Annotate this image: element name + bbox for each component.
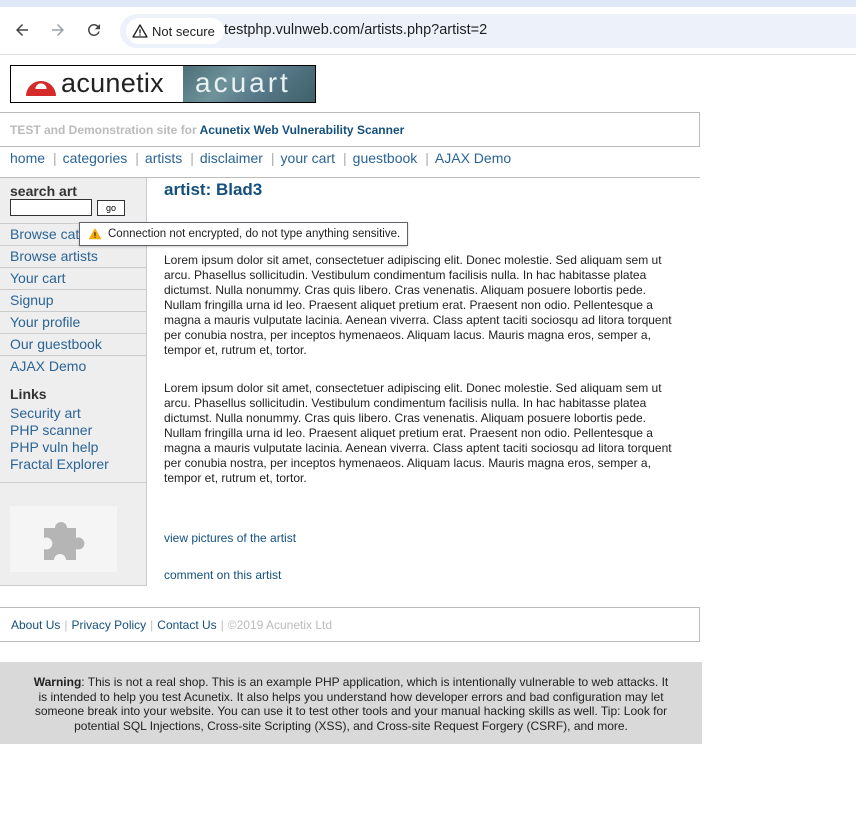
warning-triangle-icon bbox=[132, 24, 148, 38]
acuart-logo: acuart bbox=[183, 66, 315, 102]
security-label: Not secure bbox=[152, 23, 215, 39]
search-go-button[interactable]: go bbox=[97, 200, 125, 216]
warning-body: : This is not a real shop. This is an ex… bbox=[34, 675, 669, 733]
link-fractal-explorer[interactable]: Fractal Explorer bbox=[10, 456, 109, 473]
security-tooltip: Connection not encrypted, do not type an… bbox=[79, 222, 409, 246]
site-security-chip[interactable]: Not secure bbox=[126, 18, 224, 44]
page-title: artist: Blad3 bbox=[164, 180, 263, 199]
acunetix-wordmark: acunetix bbox=[61, 68, 164, 98]
footer-privacy-policy[interactable]: Privacy Policy bbox=[71, 618, 146, 632]
sidebar-item-signup[interactable]: Signup bbox=[0, 290, 146, 312]
footer-links: About Us | Privacy Policy | Contact Us | ©2019… bbox=[11, 618, 332, 632]
browser-toolbar: Not secure testphp.vulnweb.com/artists.p… bbox=[0, 7, 856, 55]
warning-label: Warning bbox=[33, 675, 82, 689]
comment-artist-link[interactable]: comment on this artist bbox=[164, 568, 281, 582]
browser-tab-strip bbox=[0, 0, 856, 7]
footer-contact-us[interactable]: Contact Us bbox=[157, 618, 216, 632]
puzzle-piece-icon bbox=[43, 522, 84, 560]
sidebar-links: Browse categories Browse artists Your ca… bbox=[0, 223, 146, 378]
sidebar-item-browse-artists[interactable]: Browse artists bbox=[0, 246, 146, 268]
plugin-placeholder bbox=[10, 506, 117, 572]
external-links: Security art PHP scanner PHP vuln help F… bbox=[10, 405, 109, 473]
forward-button[interactable] bbox=[47, 19, 69, 41]
banner-prefix: TEST and Demonstration site for bbox=[10, 123, 200, 137]
arrow-left-icon bbox=[16, 24, 28, 36]
banner-product-link[interactable]: Acunetix Web Vulnerability Scanner bbox=[200, 123, 405, 137]
address-bar[interactable]: Not secure testphp.vulnweb.com/artists.p… bbox=[120, 14, 856, 48]
top-navigation: home | categories | artists | disclaimer… bbox=[10, 149, 511, 167]
site-logo[interactable]: acunetix acuart bbox=[10, 65, 316, 103]
links-heading: Links bbox=[10, 386, 47, 402]
site-banner: TEST and Demonstration site for Acunetix… bbox=[0, 112, 700, 147]
nav-categories[interactable]: categories bbox=[63, 150, 128, 166]
back-button[interactable] bbox=[11, 19, 33, 41]
nav-disclaimer[interactable]: disclaimer bbox=[200, 150, 263, 166]
acunetix-logo: acunetix bbox=[11, 66, 183, 102]
nav-separator: | bbox=[53, 150, 57, 166]
nav-artists[interactable]: artists bbox=[145, 150, 182, 166]
acunetix-mark-icon bbox=[26, 81, 56, 96]
footer-about-us[interactable]: About Us bbox=[11, 618, 60, 632]
search-input[interactable] bbox=[10, 199, 92, 216]
footer-separator: | bbox=[220, 618, 224, 632]
artist-bio-paragraph: Lorem ipsum dolor sit amet, consectetuer… bbox=[164, 253, 672, 357]
nav-separator: | bbox=[343, 150, 347, 166]
arrow-right-icon bbox=[52, 24, 64, 36]
tooltip-text: Connection not encrypted, do not type an… bbox=[108, 228, 401, 240]
artist-bio-paragraph: Lorem ipsum dolor sit amet, consectetuer… bbox=[164, 381, 672, 485]
nav-your-cart[interactable]: your cart bbox=[281, 150, 335, 166]
search-title: search art bbox=[10, 183, 77, 199]
sidebar-item-your-profile[interactable]: Your profile bbox=[0, 312, 146, 334]
banner-text: TEST and Demonstration site for Acunetix… bbox=[10, 123, 404, 137]
nav-ajax-demo[interactable]: AJAX Demo bbox=[435, 150, 511, 166]
warning-text: Warning: This is not a real shop. This i… bbox=[31, 675, 671, 733]
site-footer: About Us | Privacy Policy | Contact Us | ©2019… bbox=[0, 607, 700, 642]
sidebar-item-ajax-demo[interactable]: AJAX Demo bbox=[0, 356, 146, 378]
nav-separator: | bbox=[190, 150, 194, 166]
link-php-scanner[interactable]: PHP scanner bbox=[10, 422, 109, 439]
nav-home[interactable]: home bbox=[10, 150, 45, 166]
footer-separator: | bbox=[150, 618, 154, 632]
reload-button[interactable] bbox=[83, 19, 105, 41]
sidebar-item-our-guestbook[interactable]: Our guestbook bbox=[0, 334, 146, 356]
footer-separator: | bbox=[64, 618, 68, 632]
link-security-art[interactable]: Security art bbox=[10, 405, 109, 422]
warning-box: Warning: This is not a real shop. This i… bbox=[0, 662, 702, 744]
nav-separator: | bbox=[270, 150, 275, 166]
nav-guestbook[interactable]: guestbook bbox=[353, 150, 418, 166]
sidebar-divider bbox=[0, 482, 146, 483]
sidebar-item-your-cart[interactable]: Your cart bbox=[0, 268, 146, 290]
footer-copyright: ©2019 Acunetix Ltd bbox=[227, 618, 333, 632]
acuart-wordmark: acuart bbox=[195, 67, 291, 98]
url-text[interactable]: testphp.vulnweb.com/artists.php?artist=2 bbox=[224, 22, 487, 38]
nav-separator: | bbox=[135, 150, 139, 166]
reload-icon bbox=[87, 23, 100, 36]
nav-separator: | bbox=[425, 150, 429, 166]
link-php-vuln-help[interactable]: PHP vuln help bbox=[10, 439, 109, 456]
view-pictures-link[interactable]: view pictures of the artist bbox=[164, 531, 296, 545]
warning-icon bbox=[88, 228, 102, 240]
